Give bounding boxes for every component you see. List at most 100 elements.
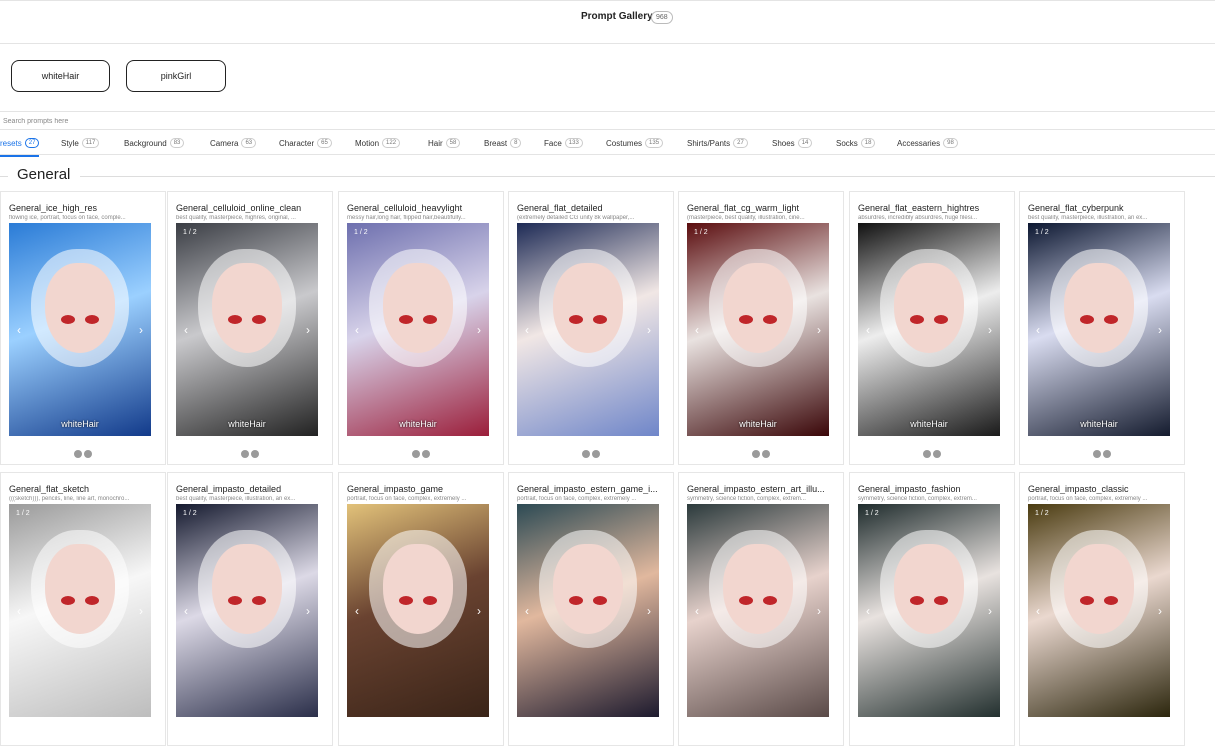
character-face [894, 263, 964, 353]
carousel-dot[interactable] [933, 450, 941, 458]
prompt-card[interactable]: General_celluloid_heavylight messy hair,l… [338, 191, 504, 465]
chevron-right-icon[interactable]: › [135, 323, 147, 337]
carousel-dot[interactable] [422, 450, 430, 458]
card-preview-image[interactable]: 1 / 2 ‹ › [858, 504, 1000, 717]
carousel-dot[interactable] [412, 450, 420, 458]
chevron-right-icon[interactable]: › [302, 323, 314, 337]
tab-label: resets [0, 138, 22, 148]
chevron-right-icon[interactable]: › [643, 604, 655, 618]
chevron-right-icon[interactable]: › [302, 604, 314, 618]
carousel-dot[interactable] [84, 450, 92, 458]
tab-count-badge: 83 [169, 138, 185, 148]
chevron-left-icon[interactable]: ‹ [180, 323, 192, 337]
prompt-card[interactable]: General_impasto_fashion symmetry, science… [849, 472, 1015, 746]
card-preview-image[interactable]: ‹ › whiteHair [9, 223, 151, 436]
prompt-card[interactable]: General_impasto_detailed best quality, ma… [167, 472, 333, 746]
tab-motion[interactable]: Motion 122 [355, 130, 401, 156]
tab-socks[interactable]: Socks 18 [836, 130, 876, 156]
section-divider [80, 176, 1215, 177]
character-eye [739, 596, 753, 605]
carousel-dot[interactable] [74, 450, 82, 458]
prompt-card[interactable]: General_flat_cyberpunk best quality, mast… [1019, 191, 1185, 465]
chevron-left-icon[interactable]: ‹ [691, 323, 703, 337]
chevron-left-icon[interactable]: ‹ [862, 604, 874, 618]
prompt-card[interactable]: General_impasto_estern_art_illu... symmet… [678, 472, 844, 746]
tab-label: Breast [484, 138, 508, 148]
search-input[interactable] [0, 114, 500, 128]
chevron-right-icon[interactable]: › [813, 323, 825, 337]
prompt-card[interactable]: General_flat_sketch (((sketch))), pencils… [0, 472, 166, 746]
prompt-card[interactable]: General_impasto_classic portrait, focus o… [1019, 472, 1185, 746]
chevron-left-icon[interactable]: ‹ [1032, 604, 1044, 618]
quick-button-whitehair[interactable]: whiteHair [11, 60, 110, 92]
chevron-left-icon[interactable]: ‹ [691, 604, 703, 618]
card-preview-image[interactable]: 1 / 2 ‹ › [1028, 504, 1170, 717]
tab-style[interactable]: Style 117 [61, 130, 100, 156]
tab-character[interactable]: Character 65 [279, 130, 332, 156]
chevron-left-icon[interactable]: ‹ [521, 604, 533, 618]
chevron-right-icon[interactable]: › [1154, 604, 1166, 618]
chevron-right-icon[interactable]: › [984, 604, 996, 618]
prompt-card[interactable]: General_celluloid_online_clean best quali… [167, 191, 333, 465]
card-preview-image[interactable]: 1 / 2 ‹ › whiteHair [176, 223, 318, 436]
card-preview-image[interactable]: ‹ › whiteHair [858, 223, 1000, 436]
tab-shoes[interactable]: Shoes 14 [772, 130, 813, 156]
chevron-left-icon[interactable]: ‹ [13, 604, 25, 618]
tab-background[interactable]: Background 83 [124, 130, 185, 156]
card-preview-image[interactable]: 1 / 2 ‹ › whiteHair [687, 223, 829, 436]
prompt-card[interactable]: General_impasto_game portrait, focus on f… [338, 472, 504, 746]
tab-hair[interactable]: Hair 58 [428, 130, 461, 156]
chevron-right-icon[interactable]: › [473, 323, 485, 337]
prompt-card[interactable]: General_flat_cg_warm_light (masterpiece, … [678, 191, 844, 465]
card-preview-image[interactable]: 1 / 2 ‹ › [176, 504, 318, 717]
chevron-left-icon[interactable]: ‹ [13, 323, 25, 337]
prompt-card[interactable]: General_impasto_estern_game_i... portrait… [508, 472, 674, 746]
chevron-left-icon[interactable]: ‹ [862, 323, 874, 337]
card-description: flowing ice, portrait, focus on face, co… [9, 215, 126, 221]
chevron-left-icon[interactable]: ‹ [521, 323, 533, 337]
character-face [383, 263, 453, 353]
chevron-right-icon[interactable]: › [135, 604, 147, 618]
chevron-left-icon[interactable]: ‹ [180, 604, 192, 618]
carousel-dot[interactable] [923, 450, 931, 458]
chevron-right-icon[interactable]: › [813, 604, 825, 618]
card-title: General_impasto_classic [1028, 484, 1129, 494]
prompt-card[interactable]: General_flat_detailed (extremely detailed… [508, 191, 674, 465]
tab-breast[interactable]: Breast 8 [484, 130, 522, 156]
tab-face[interactable]: Face 133 [544, 130, 583, 156]
card-preview-image[interactable]: 1 / 2 ‹ › whiteHair [347, 223, 489, 436]
tab-accessaries[interactable]: Accessaries 98 [897, 130, 958, 156]
carousel-dot[interactable] [762, 450, 770, 458]
card-preview-image[interactable]: ‹ › [347, 504, 489, 717]
chevron-right-icon[interactable]: › [984, 323, 996, 337]
tab-costumes[interactable]: Costumes 135 [606, 130, 664, 156]
chevron-right-icon[interactable]: › [1154, 323, 1166, 337]
carousel-dot[interactable] [752, 450, 760, 458]
card-preview-image[interactable]: ‹ › [517, 223, 659, 436]
carousel-dot[interactable] [1093, 450, 1101, 458]
character-eye [399, 315, 413, 324]
quick-button-pinkgirl[interactable]: pinkGirl [126, 60, 226, 92]
character-eye [85, 596, 99, 605]
chevron-left-icon[interactable]: ‹ [351, 323, 363, 337]
card-preview-image[interactable]: 1 / 2 ‹ › whiteHair [1028, 223, 1170, 436]
chevron-left-icon[interactable]: ‹ [351, 604, 363, 618]
carousel-dot[interactable] [241, 450, 249, 458]
chevron-left-icon[interactable]: ‹ [1032, 323, 1044, 337]
prompt-card[interactable]: General_flat_eastern_hightres absurdres, … [849, 191, 1015, 465]
card-preview-image[interactable]: ‹ › [687, 504, 829, 717]
tab-resets[interactable]: resets 27 [0, 130, 40, 157]
chevron-right-icon[interactable]: › [473, 604, 485, 618]
chevron-right-icon[interactable]: › [643, 323, 655, 337]
carousel-dots [241, 450, 259, 458]
tab-shirts-pants[interactable]: Shirts/Pants 27 [687, 130, 748, 156]
card-preview-image[interactable]: ‹ › [517, 504, 659, 717]
carousel-dot[interactable] [251, 450, 259, 458]
prompt-card[interactable]: General_ice_high_res flowing ice, portrai… [0, 191, 166, 465]
card-description: (((sketch))), pencils, line, line art, m… [9, 496, 130, 502]
carousel-dot[interactable] [582, 450, 590, 458]
carousel-dot[interactable] [592, 450, 600, 458]
tab-camera[interactable]: Camera 63 [210, 130, 257, 156]
card-preview-image[interactable]: 1 / 2 ‹ › [9, 504, 151, 717]
carousel-dot[interactable] [1103, 450, 1111, 458]
